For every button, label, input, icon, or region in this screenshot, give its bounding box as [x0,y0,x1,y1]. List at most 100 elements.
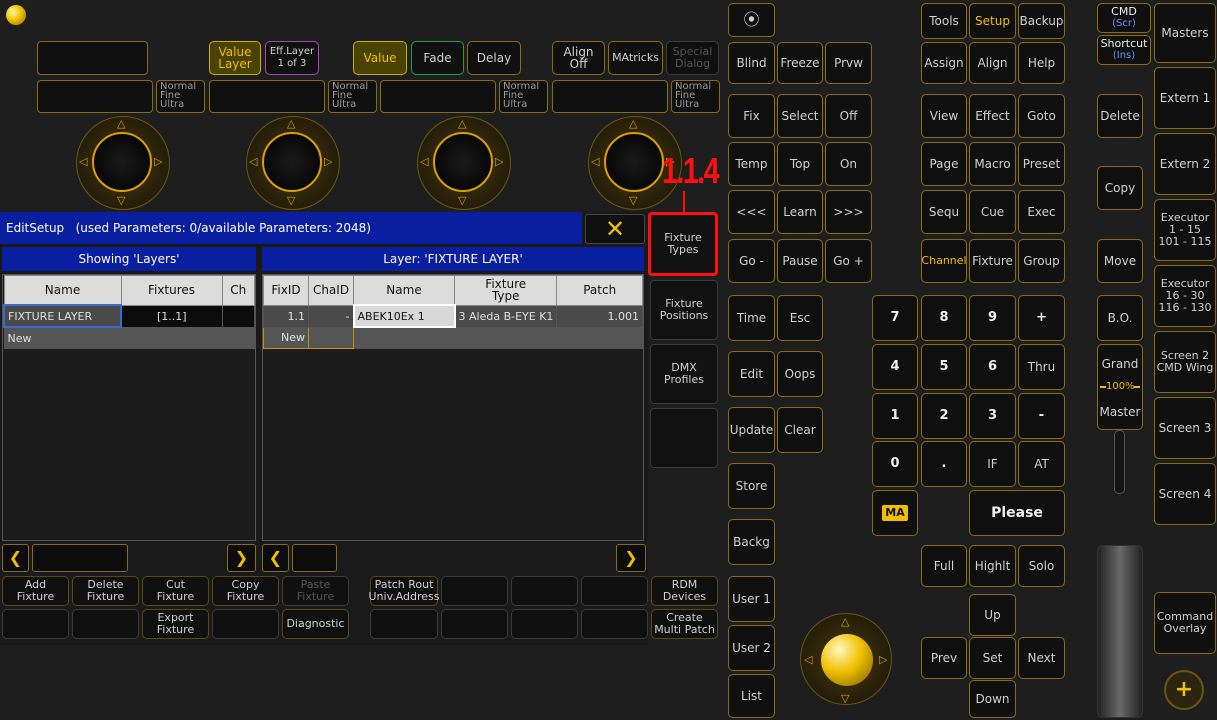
cell-fixture-type[interactable]: 3 Aleda B-EYE K1 [453,304,558,328]
cue-button[interactable]: Cue [969,190,1016,234]
executor-1-15-button[interactable]: Executor 1 - 15 101 - 115 [1154,199,1216,261]
table-row[interactable]: New [263,326,643,349]
encoder2-knob[interactable]: △ ▽ ◁ ▷ [246,116,340,210]
trackball[interactable]: △ ▽ ◁ ▷ [800,613,892,705]
thru-button[interactable]: Thru [1018,344,1065,390]
ma-button[interactable]: MA [872,490,918,536]
col-chaid[interactable]: ChaID [308,275,354,306]
list-button[interactable]: List [728,674,775,718]
empty-function-button[interactable] [511,576,578,606]
full-button[interactable]: Full [921,545,967,587]
fixtures-scroll-left-button[interactable]: ❮ [262,544,289,572]
down-button[interactable]: Down [969,680,1016,718]
please-button[interactable]: Please [969,490,1065,536]
delete-fixture-button[interactable]: Delete Fixture [72,576,139,606]
rdm-devices-button[interactable]: RDM Devices [651,576,718,606]
matricks-button[interactable]: MAtricks [608,41,663,75]
view-button[interactable]: View [921,94,967,138]
col-fixtures[interactable]: Fixtures [120,275,223,306]
esc-button[interactable]: Esc [777,295,823,341]
cmd-button[interactable]: CMD (Scr) [1097,3,1151,33]
empty-function-button[interactable] [581,576,648,606]
empty-function-button[interactable] [370,609,438,639]
go-plus-button[interactable]: Go + [825,239,872,283]
cell-fixid[interactable]: New [263,326,309,349]
col-patch[interactable]: Patch [556,275,643,306]
copy-button[interactable]: Copy [1097,166,1143,210]
oops-button[interactable]: Oops [777,351,823,397]
layers-scrollbar[interactable] [32,544,128,572]
diagnostic-button[interactable]: Diagnostic [282,609,349,639]
masters-button[interactable]: Masters [1154,3,1216,63]
grand-master-track[interactable] [1114,430,1125,494]
col-name[interactable]: Name [3,275,122,306]
executor-16-30-button[interactable]: Executor 16 - 30 116 - 130 [1154,265,1216,327]
empty-function-button[interactable] [72,609,139,639]
empty-function-button[interactable] [441,576,508,606]
cell-fixid[interactable]: 1.1 [263,304,309,328]
key-4[interactable]: 4 [872,344,918,390]
col-channels[interactable]: Ch [221,275,255,306]
sequ-button[interactable]: Sequ [921,190,967,234]
cell-channels[interactable] [221,326,255,349]
at-button[interactable]: AT [1018,441,1065,487]
close-button[interactable]: ✕ [585,214,645,244]
encoder2-resolution[interactable]: Normal Fine Ultra [328,80,377,113]
align-off-button[interactable]: Align Off [552,41,605,75]
col-fixture-name[interactable]: Name [353,275,455,306]
prev-button[interactable]: Prev [921,637,967,679]
screen2-button[interactable]: Screen 2 CMD Wing [1154,331,1216,393]
fix-button[interactable]: Fix [728,94,775,138]
encoder1-knob[interactable]: △ ▽ ◁ ▷ [76,116,170,210]
empty-function-button[interactable] [511,609,578,639]
bo-button[interactable]: B.O. [1097,295,1143,341]
cell-name[interactable]: New [3,326,122,349]
empty-function-button[interactable] [581,609,648,639]
solo-button[interactable]: Solo [1018,545,1065,587]
copy-fixture-button[interactable]: Copy Fixture [212,576,279,606]
empty-function-button[interactable] [212,609,279,639]
page-button[interactable]: Page [921,142,967,186]
encoder1-display[interactable] [37,41,148,75]
assign-button[interactable]: Assign [921,42,967,84]
command-overlay-button[interactable]: Command Overlay [1154,592,1216,654]
channel-button[interactable]: Channel [921,239,967,283]
key-9[interactable]: 9 [969,295,1016,341]
time-button[interactable]: Time [728,295,775,341]
cell-chaid[interactable]: - [308,304,354,328]
fade-button[interactable]: Fade [411,41,464,75]
add-fixture-button[interactable]: Add Fixture [2,576,69,606]
create-multi-patch-button[interactable]: Create Multi Patch [651,609,718,639]
cell-fixture-name[interactable] [353,326,455,349]
key-3[interactable]: 3 [969,393,1016,439]
freeze-button[interactable]: Freeze [777,42,823,84]
clear-button[interactable]: Clear [777,407,823,453]
edit-button[interactable]: Edit [728,351,775,397]
key-minus[interactable]: - [1018,393,1065,439]
fixture-positions-tab[interactable]: Fixture Positions [650,280,718,340]
grand-master-fader[interactable]: Grand 100% Master [1097,344,1143,430]
up-button[interactable]: Up [969,594,1016,636]
table-row[interactable]: New [3,326,255,349]
value-layer-button[interactable]: Value Layer [209,41,261,75]
key-2[interactable]: 2 [921,393,967,439]
set-button[interactable]: Set [969,637,1016,679]
encoder3-resolution[interactable]: Normal Fine Ultra [499,80,548,113]
goto-button[interactable]: Goto [1018,94,1065,138]
key-6[interactable]: 6 [969,344,1016,390]
backg-button[interactable]: Backg [728,519,775,565]
select-button[interactable]: Select [777,94,823,138]
special-dialog-button[interactable]: Special Dialog [666,41,719,75]
exec-button[interactable]: Exec [1018,190,1065,234]
export-fixture-button[interactable]: Export Fixture [142,609,209,639]
store-button[interactable]: Store [728,463,775,509]
layers-scroll-left-button[interactable]: ❮ [2,544,29,572]
screen3-button[interactable]: Screen 3 [1154,397,1216,459]
temp-button[interactable]: Temp [728,142,775,186]
help-button[interactable]: Help [1018,42,1065,84]
value-button[interactable]: Value [353,41,407,75]
fixtures-scrollbar[interactable] [292,544,337,572]
top-button[interactable]: Top [777,142,823,186]
if-button[interactable]: IF [969,441,1016,487]
setup-button[interactable]: Setup [969,3,1016,39]
